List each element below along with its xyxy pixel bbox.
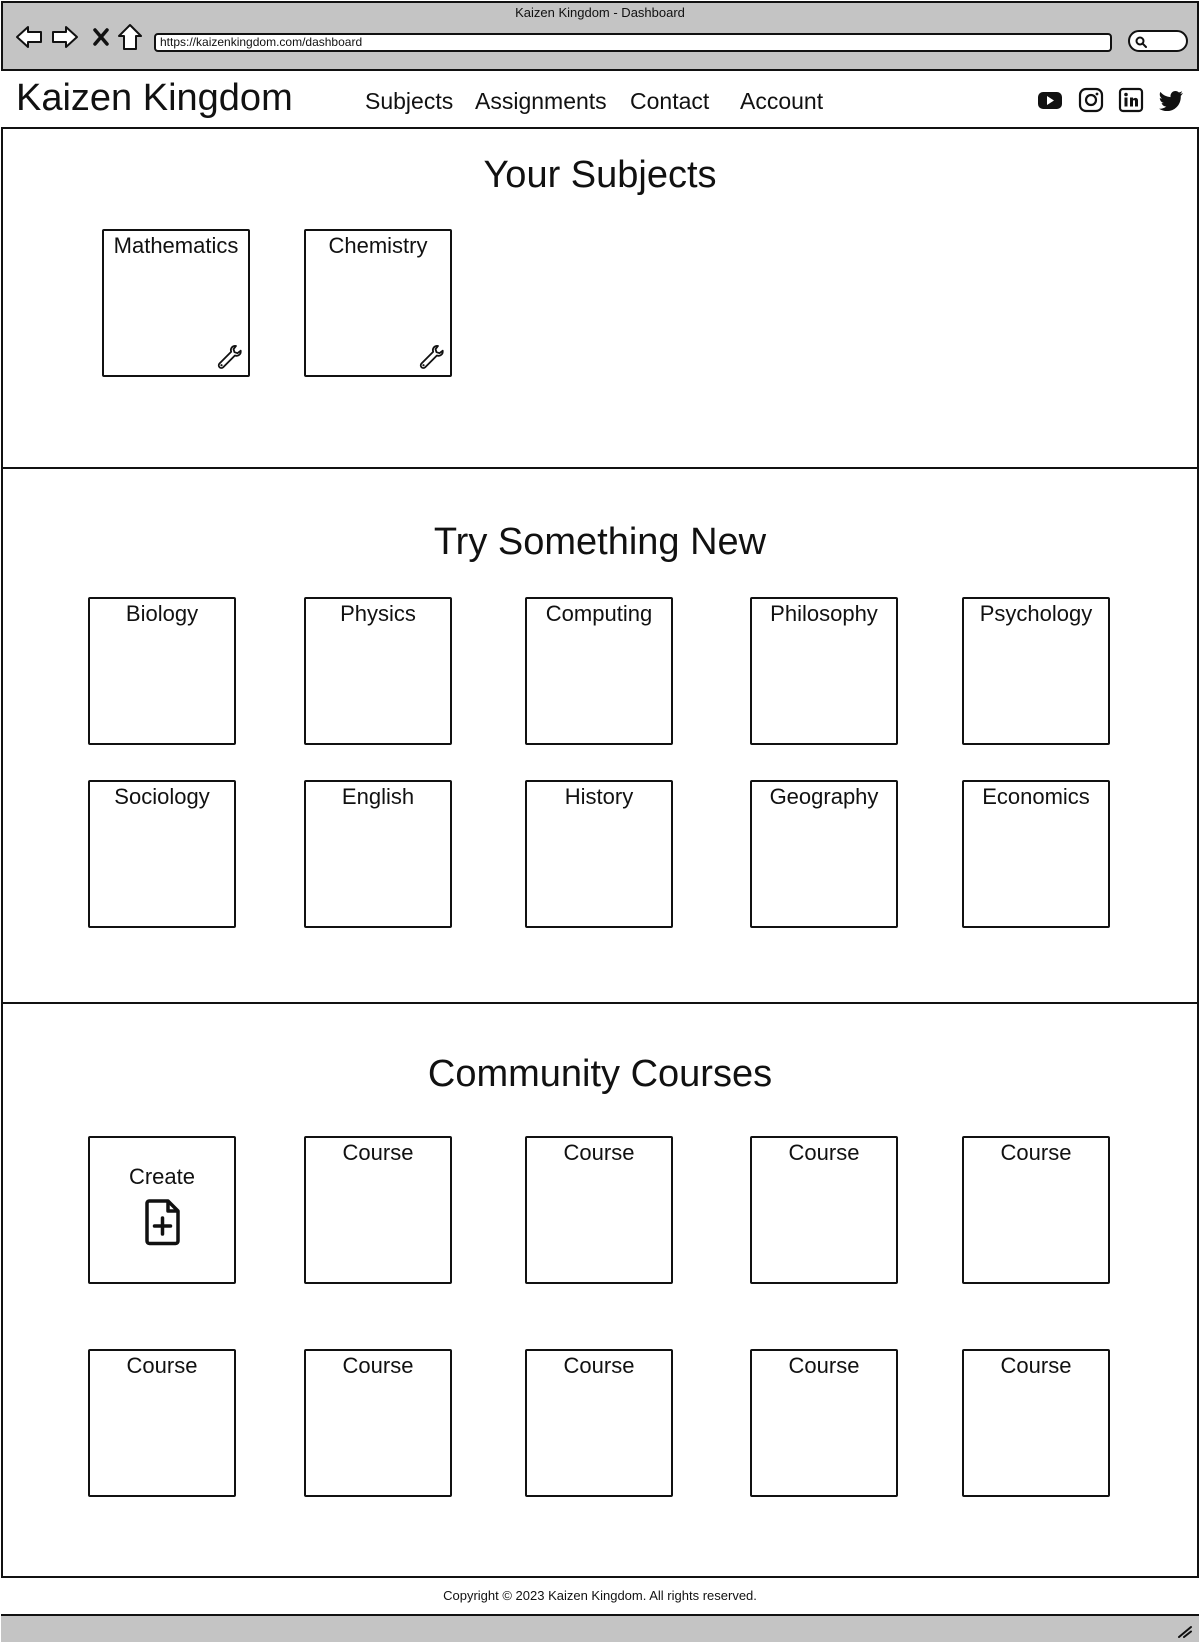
card-label: Mathematics bbox=[113, 233, 239, 258]
subject-card-history[interactable]: History bbox=[525, 780, 673, 928]
card-label: English bbox=[341, 784, 415, 809]
create-label: Create bbox=[128, 1164, 196, 1189]
nav-subjects[interactable]: Subjects bbox=[365, 86, 453, 116]
file-plus-icon bbox=[145, 1199, 180, 1246]
course-card[interactable]: Course bbox=[750, 1349, 898, 1497]
card-label: Geography bbox=[769, 784, 879, 809]
back-arrow-icon[interactable] bbox=[14, 22, 44, 52]
card-label: Course bbox=[126, 1353, 198, 1378]
nav-contact[interactable]: Contact bbox=[630, 86, 709, 116]
wrench-icon[interactable] bbox=[418, 343, 446, 371]
your-subjects-title: Your Subjects bbox=[483, 154, 717, 196]
subject-card-physics[interactable]: Physics bbox=[304, 597, 452, 745]
linkedin-icon[interactable] bbox=[1118, 87, 1144, 113]
copyright-text: Copyright © 2023 Kaizen Kingdom. All rig… bbox=[443, 1588, 757, 1603]
try-something-new-title: Try Something New bbox=[433, 521, 767, 563]
subject-card-economics[interactable]: Economics bbox=[962, 780, 1110, 928]
home-icon[interactable] bbox=[115, 22, 145, 52]
subject-card-chemistry[interactable]: Chemistry bbox=[304, 229, 452, 377]
browser-status-bar bbox=[1, 1614, 1199, 1642]
course-card[interactable]: Course bbox=[750, 1136, 898, 1284]
subject-card-mathematics[interactable]: Mathematics bbox=[102, 229, 250, 377]
card-label: Sociology bbox=[114, 784, 210, 809]
card-label: Physics bbox=[340, 601, 416, 626]
subject-card-geography[interactable]: Geography bbox=[750, 780, 898, 928]
card-label: Biology bbox=[125, 601, 199, 626]
wrench-icon[interactable] bbox=[216, 343, 244, 371]
subject-card-sociology[interactable]: Sociology bbox=[88, 780, 236, 928]
card-label: Philosophy bbox=[770, 601, 878, 626]
nav-assignments[interactable]: Assignments bbox=[475, 86, 607, 116]
browser-search-field[interactable] bbox=[1128, 30, 1188, 52]
card-label: Course bbox=[563, 1140, 635, 1165]
card-label: History bbox=[564, 784, 634, 809]
card-label: Computing bbox=[545, 601, 653, 626]
course-card[interactable]: Course bbox=[525, 1136, 673, 1284]
community-courses-title: Community Courses bbox=[427, 1053, 773, 1095]
instagram-icon[interactable] bbox=[1078, 87, 1104, 113]
close-icon[interactable] bbox=[86, 22, 116, 52]
course-card[interactable]: Course bbox=[88, 1349, 236, 1497]
course-card[interactable]: Course bbox=[962, 1136, 1110, 1284]
subject-card-computing[interactable]: Computing bbox=[525, 597, 673, 745]
card-label: Course bbox=[1000, 1140, 1072, 1165]
card-label: Economics bbox=[982, 784, 1090, 809]
search-icon bbox=[1135, 36, 1147, 48]
subject-card-biology[interactable]: Biology bbox=[88, 597, 236, 745]
card-label: Course bbox=[788, 1353, 860, 1378]
subject-card-psychology[interactable]: Psychology bbox=[962, 597, 1110, 745]
site-logo[interactable]: Kaizen Kingdom bbox=[16, 74, 293, 122]
card-label: Chemistry bbox=[328, 233, 428, 258]
course-card[interactable]: Course bbox=[304, 1349, 452, 1497]
subject-card-philosophy[interactable]: Philosophy bbox=[750, 597, 898, 745]
course-card[interactable]: Course bbox=[525, 1349, 673, 1497]
youtube-icon[interactable] bbox=[1037, 87, 1063, 113]
forward-arrow-icon[interactable] bbox=[50, 22, 80, 52]
subject-card-english[interactable]: English bbox=[304, 780, 452, 928]
card-label: Course bbox=[563, 1353, 635, 1378]
address-bar[interactable]: https://kaizenkingdom.com/dashboard bbox=[154, 33, 1112, 52]
resize-grip-icon[interactable] bbox=[1177, 1624, 1193, 1638]
card-label: Psychology bbox=[979, 601, 1093, 626]
course-card[interactable]: Course bbox=[962, 1349, 1110, 1497]
nav-account[interactable]: Account bbox=[740, 86, 823, 116]
twitter-icon[interactable] bbox=[1159, 87, 1185, 113]
window-title: Kaizen Kingdom - Dashboard bbox=[515, 5, 685, 20]
card-label: Course bbox=[1000, 1353, 1072, 1378]
card-label: Course bbox=[342, 1140, 414, 1165]
card-label: Course bbox=[342, 1353, 414, 1378]
course-card[interactable]: Course bbox=[304, 1136, 452, 1284]
card-label: Course bbox=[788, 1140, 860, 1165]
create-course-card[interactable]: Create bbox=[88, 1136, 236, 1284]
